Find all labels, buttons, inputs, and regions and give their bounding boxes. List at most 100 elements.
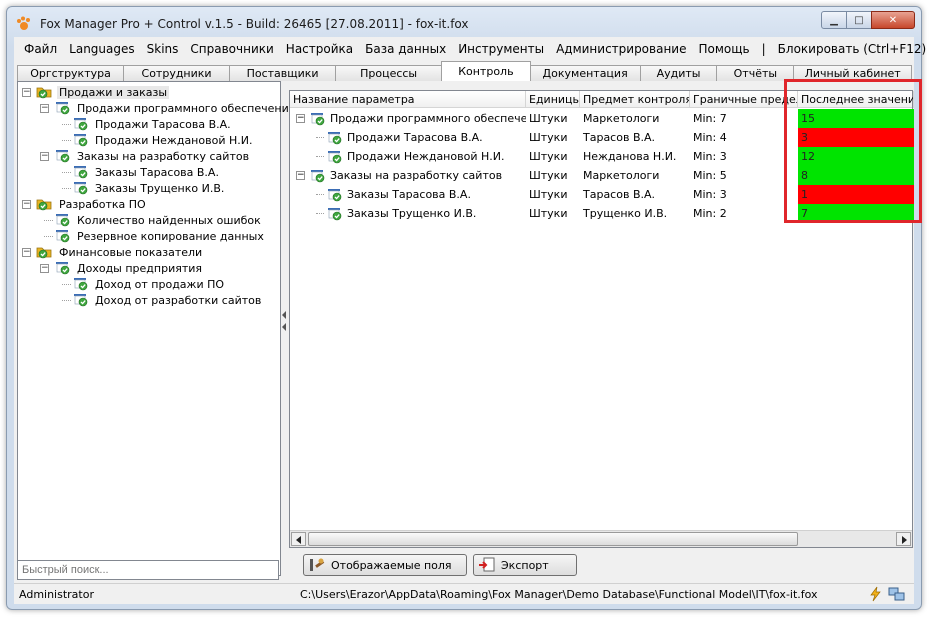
menu-item[interactable]: Настройка [280,42,359,56]
maximize-button[interactable]: □ [846,11,872,29]
collapse-icon[interactable]: − [40,264,49,273]
collapse-icon[interactable]: − [40,104,49,113]
tree-connector [62,300,71,301]
tree-connector [44,236,53,237]
navigation-tree[interactable]: Продажи и заказы − Продажи программного об… [17,81,295,576]
tab-6[interactable]: Документация [529,65,641,81]
limits-cell: Min: 7 [693,112,727,125]
tree-node[interactable]: Продажи Тарасова В.А. [72,116,233,132]
column-header[interactable]: Граничные пределы [690,91,798,108]
tab-2[interactable]: Сотрудники [123,65,231,81]
grid-row[interactable]: Заказы Трущенко И.В. Штуки Трущенко И.В. Mi… [290,204,914,223]
tree-node[interactable]: Заказы на разработку сайтов [54,148,251,164]
horizontal-scrollbar[interactable] [290,530,912,547]
grid-toolbar: Отображаемые поля Экспорт [289,550,913,578]
network-icon[interactable] [888,586,906,602]
tree-node[interactable]: Продажи Неждановой Н.И. [72,132,254,148]
menu-item[interactable]: Файл [18,42,63,56]
tree-node[interactable]: Резервное копирование данных [54,228,266,244]
tab-1[interactable]: Оргструктура [17,65,125,81]
menu-item[interactable]: База данных [359,42,452,56]
displayed-fields-button[interactable]: Отображаемые поля [303,554,467,576]
tree-node[interactable]: Заказы Трущенко И.В. [72,180,226,196]
tree-node-label: Доход от продажи ПО [95,277,225,291]
scroll-right-icon[interactable] [896,532,911,546]
column-header[interactable]: Единицы [526,91,580,108]
grid-row[interactable]: Продажи Тарасова В.А. Штуки Тарасов В.А. Mi… [290,128,914,147]
parameter-check-icon [72,293,90,307]
lightning-icon[interactable] [868,586,884,602]
parameter-check-icon [326,207,344,221]
window-title: Fox Manager Pro + Control v.1.5 - Build:… [40,17,469,31]
tree-node[interactable]: Доход от разработки сайтов [72,292,263,308]
tree-node[interactable]: Финансовые показатели [36,244,204,260]
tab-9[interactable]: Личный кабинет [793,65,912,81]
app-window: Fox Manager Pro + Control v.1.5 - Build:… [6,6,926,610]
export-button[interactable]: Экспорт [473,554,577,576]
collapse-icon[interactable]: − [296,114,305,123]
grid-row[interactable]: − Заказы на разработку сайтов Штуки Маркето… [290,166,914,185]
parameter-check-icon [309,112,327,126]
tab-5[interactable]: Контроль [441,61,531,81]
menu-item[interactable]: Блокировать (Ctrl+F12) [772,42,932,56]
minimize-button[interactable]: ▁ [821,11,847,29]
tree-node[interactable]: Количество найденных ошибок [54,212,263,228]
tree-node[interactable]: Заказы Тарасова В.А. [72,164,221,180]
parameter-check-icon [72,165,90,179]
menu-item[interactable]: Skins [141,42,185,56]
tree-node[interactable]: Продажи и заказы [36,84,170,100]
control-subject-cell: Тарасов В.А. [583,188,656,201]
last-value-cell: 15 [798,109,914,128]
collapse-icon[interactable]: − [22,248,31,257]
collapse-icon[interactable]: − [40,152,49,161]
collapse-icon[interactable]: − [22,88,31,97]
column-header[interactable]: Название параметра [290,91,526,108]
limits-cell: Min: 2 [693,207,727,220]
menu-item[interactable]: Languages [63,42,140,56]
menu-separator: | [761,42,766,56]
panel-splitter[interactable] [282,307,286,357]
collapse-icon[interactable]: − [22,200,31,209]
menu-item[interactable]: Инструменты [452,42,550,56]
status-bar: Administrator C:\Users\Erazor\AppData\Ro… [14,583,914,604]
parameter-name: Заказы на разработку сайтов [330,169,503,182]
parameter-name: Продажи Неждановой Н.И. [347,150,505,163]
tab-3[interactable]: Поставщики [229,65,337,81]
grid-row[interactable]: − Продажи программного обеспеченияШтуки Ма… [290,109,914,128]
parameter-name: Заказы Трущенко И.В. [347,207,477,220]
parameter-check-icon [54,101,72,115]
scroll-left-icon[interactable] [291,532,306,546]
tree-node[interactable]: Продажи программного обеспечения [54,100,297,116]
tree-node[interactable]: Доход от продажи ПО [72,276,226,292]
menu-item[interactable]: Справочники [184,42,279,56]
status-file-path: C:\Users\Erazor\AppData\Roaming\Fox Mana… [300,588,818,601]
tab-8[interactable]: Отчёты [716,65,795,81]
export-label: Экспорт [501,558,549,572]
control-subject-cell: Трущенко И.В. [583,207,668,220]
title-bar[interactable]: Fox Manager Pro + Control v.1.5 - Build:… [7,7,921,37]
tree-node-label: Продажи Тарасова В.А. [95,117,231,131]
scroll-thumb[interactable] [308,532,798,546]
menu-item[interactable]: Помощь [692,42,755,56]
tab-7[interactable]: Аудиты [639,65,718,81]
tree-node[interactable]: Разработка ПО [36,196,148,212]
parameter-check-icon [54,229,72,243]
tree-node-label: Заказы Тарасова В.А. [95,165,219,179]
tab-4[interactable]: Процессы [335,65,443,81]
grid-row[interactable]: Продажи Неждановой Н.И. Штуки Нежданова Н.… [290,147,914,166]
parameter-check-icon [326,188,344,202]
parameter-check-icon [54,149,72,163]
quick-search-input[interactable] [17,560,279,580]
tree-node[interactable]: Доходы предприятия [54,260,204,276]
collapse-icon[interactable]: − [296,171,305,180]
control-subject-cell: Маркетологи [583,112,660,125]
tree-connector [62,140,71,141]
close-button[interactable]: ✕ [871,11,915,29]
tree-node-label: Заказы на разработку сайтов [77,149,250,163]
tab-bar: Оргструктура Сотрудники Поставщики Процессы… [17,61,912,81]
menu-item[interactable]: Администрирование [550,42,692,56]
grid-row[interactable]: Заказы Тарасова В.А. Штуки Тарасов В.А. Min… [290,185,914,204]
tree-connector [62,188,71,189]
column-header[interactable]: Последнее значение [798,91,914,108]
column-header[interactable]: Предмет контроля [580,91,690,108]
